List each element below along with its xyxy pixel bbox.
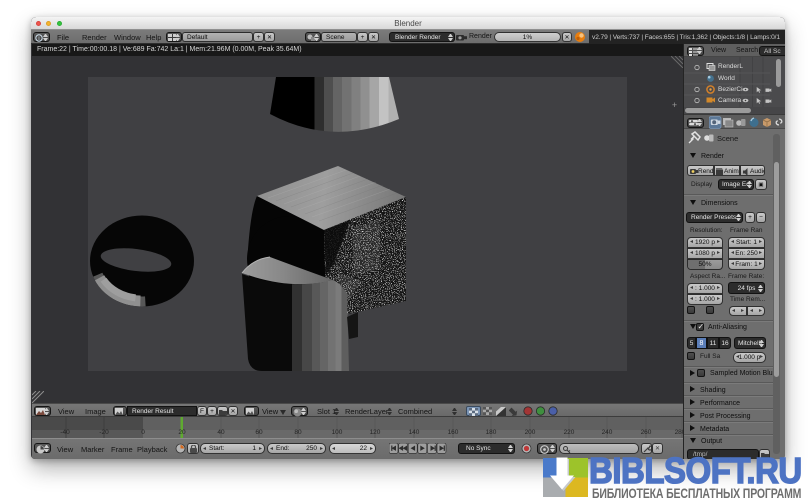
svg-text:40: 40 xyxy=(217,429,225,436)
svg-text:280: 280 xyxy=(675,429,683,436)
svg-text:i: i xyxy=(38,36,39,42)
svg-text:240: 240 xyxy=(602,429,613,436)
svg-text:100: 100 xyxy=(332,429,343,436)
svg-text:220: 220 xyxy=(564,429,575,436)
svg-text:180: 180 xyxy=(486,429,497,436)
svg-text:140: 140 xyxy=(409,429,420,436)
svg-text:-40: -40 xyxy=(60,429,70,436)
svg-text:60: 60 xyxy=(255,429,263,436)
svg-text:-20: -20 xyxy=(99,429,109,436)
svg-text:80: 80 xyxy=(294,429,302,436)
svg-text:200: 200 xyxy=(525,429,536,436)
svg-text:260: 260 xyxy=(641,429,652,436)
svg-text:0: 0 xyxy=(141,429,145,436)
svg-text:120: 120 xyxy=(370,429,381,436)
svg-text:20: 20 xyxy=(178,429,186,436)
svg-text:160: 160 xyxy=(448,429,459,436)
